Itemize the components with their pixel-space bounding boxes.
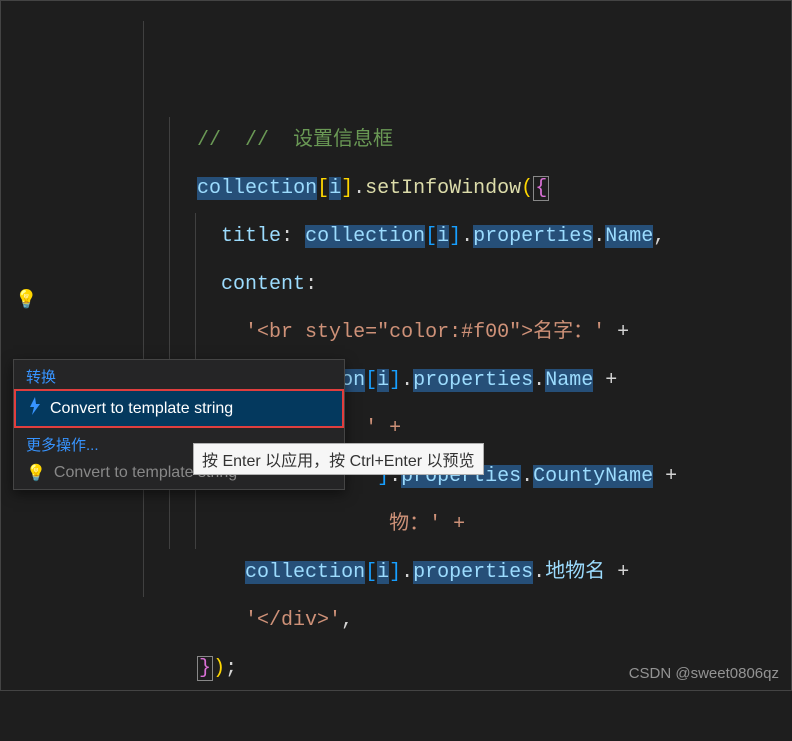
quickfix-item-convert-template[interactable]: Convert to template string bbox=[14, 389, 344, 428]
lightbulb-icon[interactable]: 💡 bbox=[15, 289, 37, 311]
code-line[interactable]: content: bbox=[41, 165, 791, 213]
code-line[interactable]: collection[i].properties.Name + bbox=[41, 261, 791, 309]
lightbulb-icon: 💡 bbox=[26, 463, 46, 483]
code-line[interactable]: title: collection[i].properties.Name, bbox=[41, 117, 791, 165]
hint-tooltip: 按 Enter 以应用，按 Ctrl+Enter 以预览 bbox=[193, 443, 484, 475]
code-line[interactable]: '</div>', bbox=[41, 501, 791, 549]
code-line[interactable]: '<br style="color:#f00">名字：' + bbox=[41, 213, 791, 261]
code-line[interactable]: collection[i].setInfoWindow({ bbox=[41, 69, 791, 117]
watermark-text: CSDN @sweet0806qz bbox=[629, 665, 779, 682]
code-line[interactable]: }); bbox=[41, 549, 791, 597]
bolt-icon bbox=[28, 397, 42, 420]
code-editor[interactable]: // // 设置信息框 collection[i].setInfoWindow(… bbox=[41, 1, 791, 690]
editor-gutter: 💡 bbox=[1, 1, 41, 690]
code-line[interactable]: // // 设置信息框 bbox=[41, 21, 791, 69]
quickfix-section-header: 转换 bbox=[14, 360, 344, 389]
code-line[interactable]: ' + bbox=[41, 309, 791, 357]
quickfix-item-label: Convert to template string bbox=[50, 400, 233, 418]
